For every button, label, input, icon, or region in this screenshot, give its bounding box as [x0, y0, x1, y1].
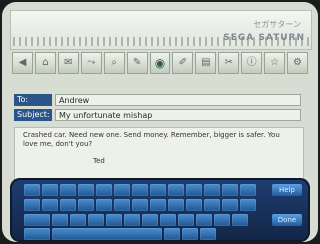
key[interactable]: [78, 199, 94, 211]
signature: Ted: [93, 157, 105, 165]
key[interactable]: [160, 214, 176, 226]
key[interactable]: [132, 184, 148, 196]
key[interactable]: [222, 184, 238, 196]
key[interactable]: [142, 214, 158, 226]
key[interactable]: [168, 184, 184, 196]
key[interactable]: [164, 228, 180, 240]
onscreen-keyboard: Help Done: [10, 178, 310, 242]
pen-icon[interactable]: ✎: [126, 52, 148, 74]
key[interactable]: [124, 214, 140, 226]
key[interactable]: [42, 199, 58, 211]
to-field[interactable]: Andrew: [55, 94, 301, 106]
settings-icon[interactable]: ⚙: [287, 52, 308, 74]
message-text: Crashed car. Need new one. Send money. R…: [23, 131, 280, 148]
key[interactable]: [240, 184, 256, 196]
key[interactable]: [132, 199, 148, 211]
key[interactable]: [24, 184, 40, 196]
key[interactable]: [106, 214, 122, 226]
key[interactable]: [78, 184, 94, 196]
key[interactable]: [88, 214, 104, 226]
edit-icon[interactable]: ✐: [172, 52, 194, 74]
subject-label: Subject:: [14, 109, 52, 121]
help-key[interactable]: Help: [272, 184, 302, 196]
key[interactable]: [182, 228, 198, 240]
to-row: To: Andrew: [14, 94, 301, 106]
document-icon[interactable]: ▤: [195, 52, 217, 74]
mail-compose-screen: セガサターン SEGA SATURN ◀ ⌂ ✉ ⤳ ⌕ ✎ ◉ ✐ ▤ ✂ ⓘ…: [2, 2, 318, 242]
key[interactable]: [204, 184, 220, 196]
key[interactable]: [24, 199, 40, 211]
brand-logo: SEGA SATURN: [223, 33, 305, 43]
sega-saturn-banner: セガサターン SEGA SATURN: [10, 10, 312, 50]
key[interactable]: [42, 184, 58, 196]
key[interactable]: [186, 199, 202, 211]
link-icon[interactable]: ⤳: [80, 52, 102, 74]
message-body[interactable]: Crashed car. Need new one. Send money. R…: [14, 127, 304, 185]
key[interactable]: [70, 214, 86, 226]
key[interactable]: [196, 214, 212, 226]
globe-icon[interactable]: ◉: [149, 52, 171, 74]
brand-japanese: セガサターン: [253, 20, 301, 29]
keyboard-row-1: [24, 184, 256, 196]
key[interactable]: [114, 184, 130, 196]
info-icon[interactable]: ⓘ: [241, 52, 263, 74]
key[interactable]: [60, 184, 76, 196]
key[interactable]: [240, 199, 256, 211]
search-icon[interactable]: ⌕: [103, 52, 125, 74]
shift-key[interactable]: [24, 214, 50, 226]
key[interactable]: [168, 199, 184, 211]
key[interactable]: [222, 199, 238, 211]
to-label: To:: [14, 94, 52, 106]
home-icon[interactable]: ⌂: [34, 52, 56, 74]
key[interactable]: [186, 184, 202, 196]
key[interactable]: [204, 199, 220, 211]
key[interactable]: [150, 199, 166, 211]
key[interactable]: [96, 184, 112, 196]
key[interactable]: [214, 214, 230, 226]
toolbar: ◀ ⌂ ✉ ⤳ ⌕ ✎ ◉ ✐ ▤ ✂ ⓘ ☆ ⚙: [12, 52, 308, 74]
key[interactable]: [96, 199, 112, 211]
key[interactable]: [114, 199, 130, 211]
keyboard-row-2: [24, 199, 256, 211]
subject-field[interactable]: My unfortunate mishap: [55, 109, 301, 121]
keyboard-row-3: [24, 214, 248, 226]
key[interactable]: [200, 228, 216, 240]
back-icon[interactable]: ◀: [12, 52, 33, 74]
key[interactable]: [60, 199, 76, 211]
tools-icon[interactable]: ✂: [218, 52, 240, 74]
key[interactable]: [232, 214, 248, 226]
key[interactable]: [24, 228, 50, 240]
keyboard-row-4: [24, 228, 216, 240]
key[interactable]: [52, 214, 68, 226]
key[interactable]: [178, 214, 194, 226]
space-key[interactable]: [52, 228, 162, 240]
mail-icon[interactable]: ✉: [57, 52, 79, 74]
subject-row: Subject: My unfortunate mishap: [14, 109, 301, 121]
key[interactable]: [150, 184, 166, 196]
star-icon[interactable]: ☆: [264, 52, 286, 74]
done-key[interactable]: Done: [272, 214, 302, 226]
